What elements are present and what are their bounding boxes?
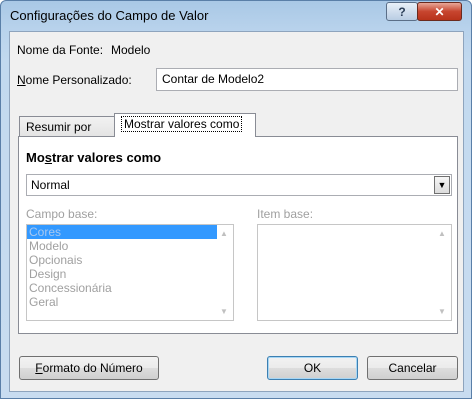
source-name-label: Nome da Fonte: [17,43,104,57]
chevron-down-icon: ▼ [437,180,447,190]
custom-name-label-text: ome Personalizado: [25,73,132,87]
dialog-body: Nome da Fonte: Modelo Nome Personalizado… [9,31,464,392]
base-field-item[interactable]: Design [27,267,233,281]
section-title-rest: trar valores como [52,150,162,165]
show-values-dropdown[interactable]: Normal ▼ [26,174,452,196]
tab-panel: Mostrar valores como Normal ▼ Campo base… [18,136,458,334]
base-field-item[interactable]: Geral [27,295,233,309]
custom-name-mnemonic: N [17,73,26,87]
base-field-item[interactable]: Cores [27,225,233,239]
scroll-down-icon[interactable]: ▼ [438,307,446,316]
dialog-window: Configurações do Campo de Valor ? ✕ Nome… [0,0,472,399]
number-format-label: Formato do Número [35,361,142,375]
title-bar[interactable]: Configurações do Campo de Valor ? ✕ [1,1,471,31]
scroll-down-icon[interactable]: ▼ [220,307,228,316]
section-title-part: Mo [26,150,45,165]
tab-summarize-by[interactable]: Resumir por [19,116,115,137]
base-field-scrollbar[interactable]: ▲ ▼ [217,225,233,320]
scroll-up-icon[interactable]: ▲ [438,229,446,238]
base-field-label: Campo base: [26,207,98,221]
base-field-items: Cores Modelo Opcionais Design Concessionária… [27,225,233,309]
base-item-label: Item base: [257,207,314,221]
source-name-value: Modelo [111,43,151,57]
tab-summarize-by-label: Resumir por [26,120,92,134]
show-values-selected: Normal [31,178,70,192]
section-title: Mostrar valores como [26,150,161,165]
tab-show-values-as[interactable]: Mostrar valores como [114,113,256,137]
help-button[interactable]: ? [386,2,418,21]
cancel-label: Cancelar [388,361,437,375]
close-icon: ✕ [434,4,445,19]
dropdown-arrow[interactable]: ▼ [434,176,450,194]
base-item-scrollbar[interactable]: ▲ ▼ [435,225,451,320]
custom-name-input[interactable]: Contar de Modelo2 [156,68,458,91]
base-field-item[interactable]: Modelo [27,239,233,253]
help-icon: ? [398,4,406,19]
base-item-list[interactable]: ▲ ▼ [257,224,452,321]
custom-name-label: Nome Personalizado: [17,73,132,87]
base-field-item[interactable]: Concessionária [27,281,233,295]
number-format-mnemonic: F [35,361,43,375]
tab-show-values-as-label: Mostrar valores como [121,116,243,132]
ok-button[interactable]: OK [267,356,358,380]
base-field-list[interactable]: Cores Modelo Opcionais Design Concessionária… [26,224,234,321]
base-field-item[interactable]: Opcionais [27,253,233,267]
window-title: Configurações do Campo de Valor [10,8,209,23]
cancel-button[interactable]: Cancelar [367,356,458,380]
custom-name-value: Contar de Modelo2 [162,72,265,86]
close-button[interactable]: ✕ [417,2,462,21]
section-title-mnemonic: s [44,150,53,165]
number-format-button[interactable]: Formato do Número [19,356,159,380]
ok-label: OK [303,361,322,375]
number-format-text: ormato do Número [42,361,143,375]
scroll-up-icon[interactable]: ▲ [220,229,228,238]
